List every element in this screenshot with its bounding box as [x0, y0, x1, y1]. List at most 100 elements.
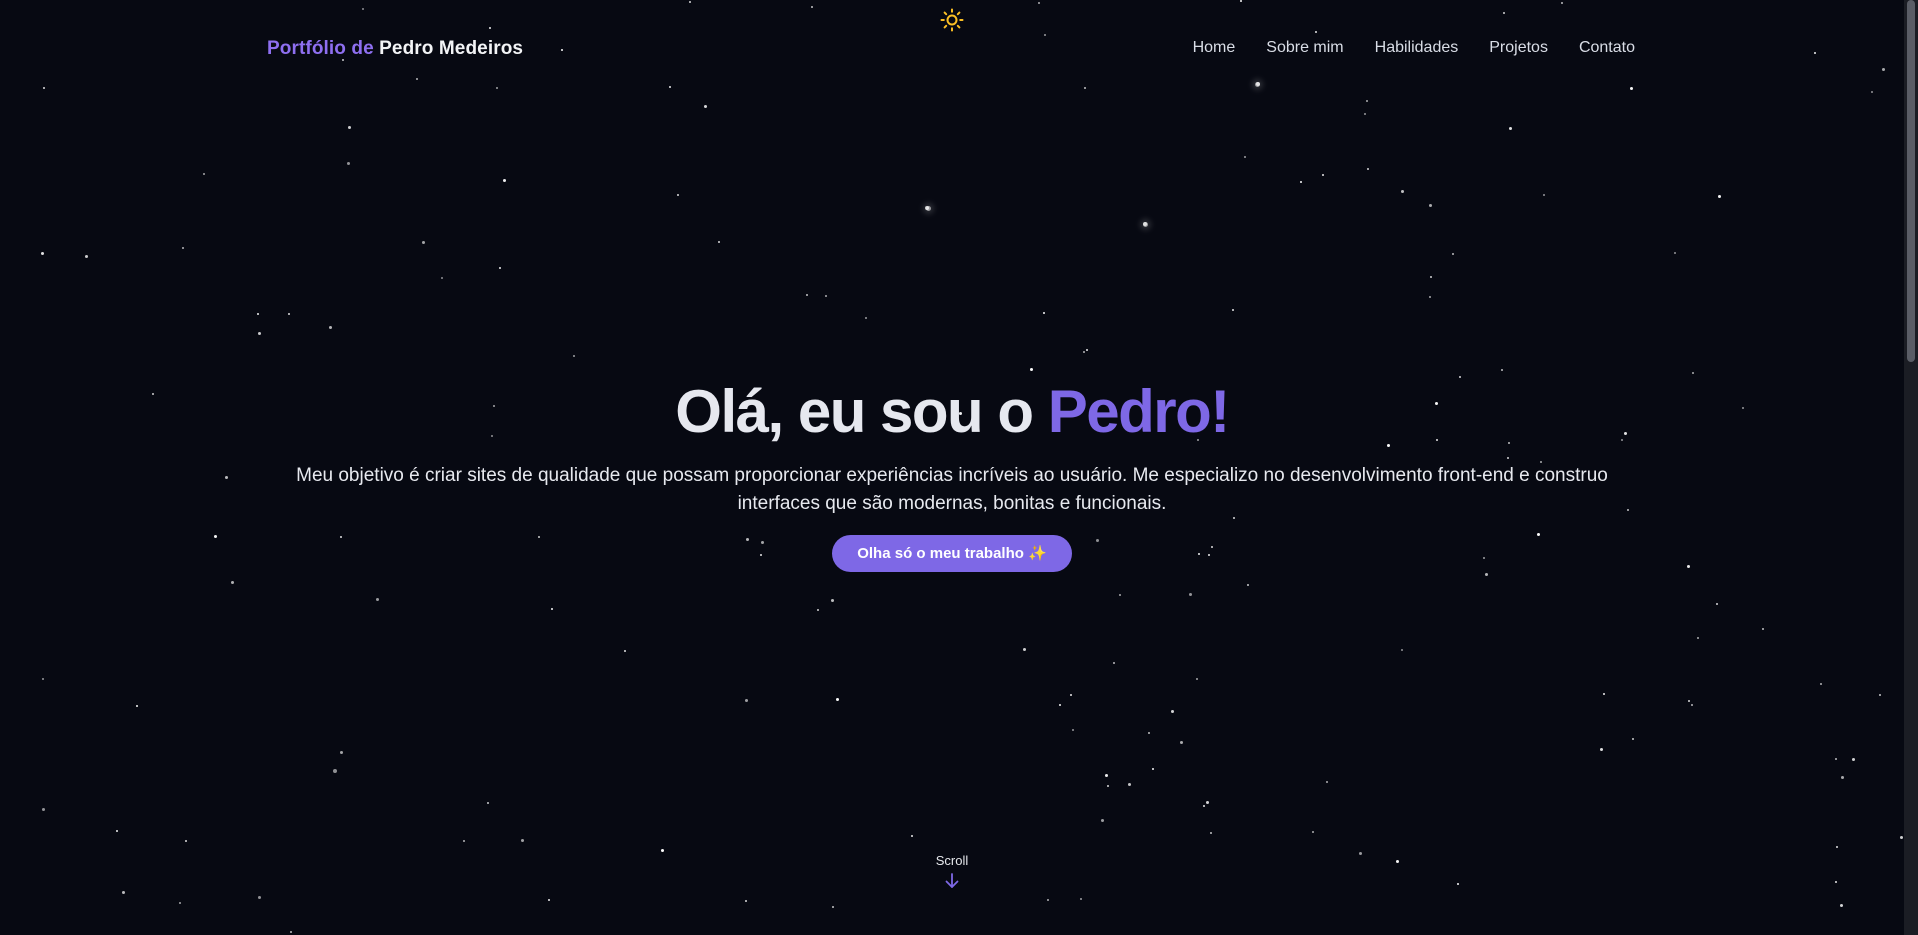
hero-section: Olá, eu sou o Pedro! Meu objetivo é cria…	[0, 370, 1904, 572]
star	[1148, 732, 1150, 734]
star	[463, 840, 465, 842]
nav-link-contato[interactable]: Contato	[1579, 39, 1635, 57]
navbar: Portfólio de Pedro Medeiros Home Sobre m…	[0, 0, 1904, 100]
star	[677, 194, 679, 196]
star	[925, 206, 929, 210]
star	[825, 295, 827, 297]
star	[1840, 775, 1844, 779]
star	[1244, 156, 1246, 158]
hero-title-prefix: Olá, eu sou o	[675, 378, 1034, 445]
star	[1322, 174, 1324, 176]
star	[502, 178, 506, 182]
star	[1543, 194, 1545, 196]
star	[1836, 846, 1838, 848]
star	[1508, 126, 1512, 130]
star	[1632, 738, 1634, 740]
star	[1367, 168, 1369, 170]
scrollbar-thumb[interactable]	[1907, 0, 1915, 362]
page-scrollbar[interactable]	[1904, 0, 1918, 935]
star	[328, 325, 332, 329]
star	[41, 807, 45, 811]
star	[121, 890, 125, 894]
star	[1364, 113, 1366, 115]
star	[1100, 818, 1104, 822]
star	[1820, 683, 1822, 685]
star	[1688, 700, 1690, 702]
star	[1674, 252, 1676, 254]
star	[1400, 189, 1404, 193]
star	[40, 251, 44, 255]
scroll-indicator[interactable]: Scroll	[0, 853, 1904, 890]
nav-link-sobre-mim[interactable]: Sobre mim	[1266, 39, 1343, 57]
star	[487, 802, 489, 804]
star	[624, 650, 626, 652]
star	[499, 267, 501, 269]
star	[1080, 898, 1082, 900]
star	[182, 247, 184, 249]
star	[1366, 100, 1368, 102]
star	[288, 313, 290, 315]
nav-menu: Home Sobre mim Habilidades Projetos Cont…	[1193, 39, 1635, 57]
star	[1152, 768, 1154, 770]
theme-toggle-button[interactable]	[938, 6, 966, 34]
star	[1326, 781, 1328, 783]
page: Portfólio de Pedro Medeiros Home Sobre m…	[0, 0, 1918, 935]
star	[1247, 584, 1249, 586]
star	[116, 830, 118, 832]
star	[830, 598, 834, 602]
star	[925, 205, 931, 211]
star	[1899, 835, 1903, 839]
star	[1203, 805, 1205, 807]
star	[230, 580, 234, 584]
star	[1691, 704, 1693, 706]
star	[136, 705, 138, 707]
star	[1113, 662, 1115, 664]
star	[1401, 649, 1403, 651]
star	[660, 848, 664, 852]
star	[1716, 603, 1718, 605]
star	[84, 254, 88, 258]
star	[744, 698, 748, 702]
view-work-button[interactable]: Olha só o meu trabalho ✨	[832, 535, 1072, 572]
arrow-down-icon	[945, 873, 959, 888]
brand-logo[interactable]: Portfólio de Pedro Medeiros	[267, 38, 523, 60]
star	[703, 104, 707, 108]
star	[1072, 729, 1074, 731]
star	[257, 331, 261, 335]
nav-link-habilidades[interactable]: Habilidades	[1375, 39, 1459, 57]
star	[835, 697, 839, 701]
star	[203, 173, 205, 175]
star	[1430, 276, 1432, 278]
star	[375, 597, 379, 601]
sun-icon	[940, 8, 964, 32]
star	[1047, 899, 1049, 901]
star	[1429, 296, 1431, 298]
star	[1839, 903, 1843, 907]
hero-description: Meu objetivo é criar sites de qualidade …	[296, 465, 1608, 514]
nav-link-home[interactable]: Home	[1193, 39, 1236, 57]
star	[441, 277, 443, 279]
star	[1210, 832, 1212, 834]
star	[1232, 309, 1234, 311]
star	[806, 294, 808, 296]
star	[1143, 222, 1147, 226]
star	[1022, 647, 1026, 651]
star	[1142, 221, 1148, 227]
scroll-label: Scroll	[935, 853, 969, 868]
nav-link-projetos[interactable]: Projetos	[1489, 39, 1548, 57]
star	[1205, 800, 1209, 804]
star	[1170, 709, 1174, 713]
star	[1104, 773, 1108, 777]
star	[1179, 740, 1183, 744]
star	[573, 355, 575, 357]
star	[1603, 693, 1605, 695]
star	[185, 840, 187, 842]
star	[339, 750, 343, 754]
star	[817, 609, 819, 611]
star	[257, 895, 261, 899]
star	[333, 769, 337, 773]
star	[1043, 312, 1045, 314]
star	[1070, 694, 1072, 696]
star	[179, 902, 181, 904]
star	[1428, 203, 1432, 207]
